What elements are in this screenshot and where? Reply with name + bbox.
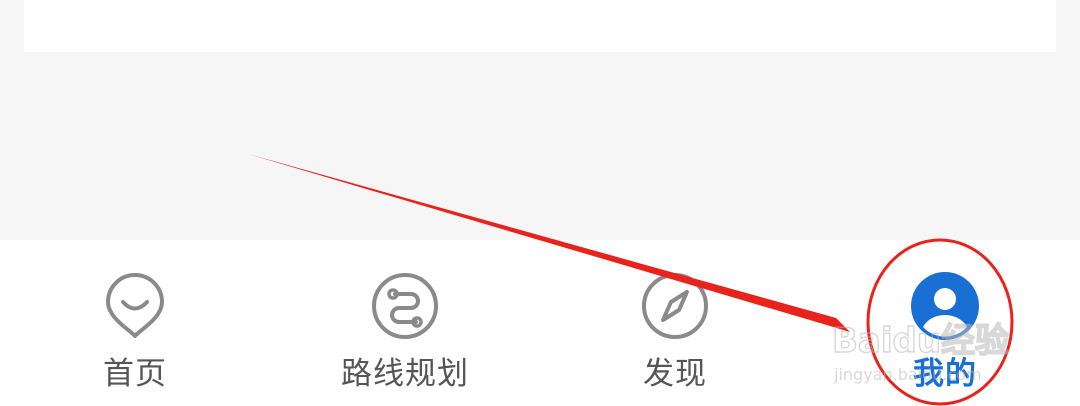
tab-route-planning[interactable]: 路线规划: [305, 240, 505, 406]
route-icon: [372, 273, 438, 339]
bottom-tab-bar: 首页 路线规划 发现 我的: [0, 240, 1080, 406]
tab-discover-label: 发现: [643, 356, 707, 392]
tab-mine-label: 我的: [913, 356, 977, 392]
tab-discover[interactable]: 发现: [575, 240, 775, 406]
compass-icon: [642, 273, 708, 339]
tab-home-label: 首页: [103, 356, 167, 392]
content-card: [24, 0, 1056, 52]
location-smile-icon: [106, 273, 164, 338]
tab-home[interactable]: 首页: [35, 240, 235, 406]
tab-route-planning-label: 路线规划: [341, 356, 469, 392]
user-icon: [911, 272, 979, 340]
tab-mine[interactable]: 我的: [845, 240, 1045, 406]
